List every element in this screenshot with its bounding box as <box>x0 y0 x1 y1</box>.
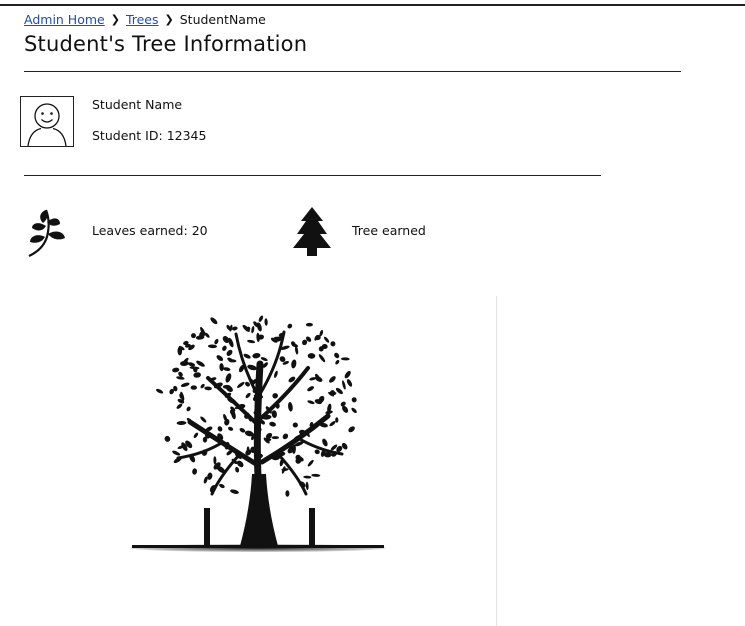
divider <box>24 71 681 72</box>
user-avatar-icon <box>20 96 74 147</box>
tree-earned-label: Tree earned <box>352 223 426 238</box>
student-name: Student Name <box>92 97 183 112</box>
leaves-earned-value: 20 <box>191 223 208 238</box>
chevron-right-icon: ❯ <box>110 13 120 26</box>
breadcrumb-admin-home[interactable]: Admin Home <box>24 12 105 27</box>
breadcrumb-current: StudentName <box>179 12 266 27</box>
column-divider <box>496 296 497 626</box>
student-id-label: Student ID: <box>92 128 163 143</box>
pine-tree-icon <box>290 206 334 258</box>
breadcrumb-trees[interactable]: Trees <box>126 12 159 27</box>
chevron-right-icon: ❯ <box>164 13 174 26</box>
breadcrumb: Admin Home ❯ Trees ❯ StudentName <box>24 12 266 27</box>
leaf-branch-icon <box>26 206 70 258</box>
page-title: Student's Tree Information <box>24 32 308 56</box>
divider <box>24 175 601 176</box>
student-id: Student ID: 12345 <box>92 128 206 143</box>
leaves-earned-label: Leaves earned: <box>92 223 188 238</box>
tree-illustration <box>128 304 388 556</box>
top-border <box>0 4 745 6</box>
student-id-value: 12345 <box>166 128 207 143</box>
leaves-earned: Leaves earned: 20 <box>92 223 208 238</box>
